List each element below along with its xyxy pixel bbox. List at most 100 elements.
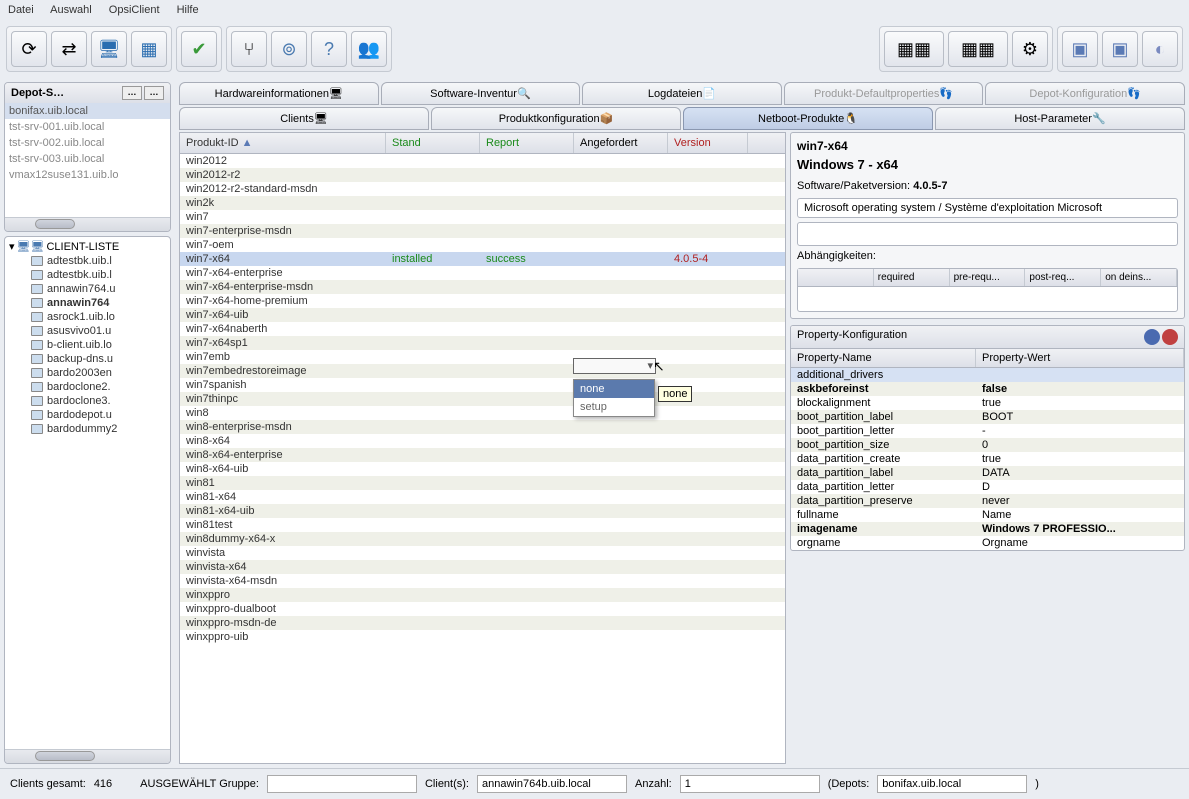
table-row[interactable]: win7embedrestoreimage xyxy=(180,364,785,378)
angefordert-combo[interactable] xyxy=(573,358,656,374)
help-icon[interactable]: ? xyxy=(311,31,347,67)
table-row[interactable]: win81-x64 xyxy=(180,490,785,504)
table-row[interactable]: win8-x64-enterprise xyxy=(180,448,785,462)
client-item[interactable]: bardoclone2. xyxy=(7,380,168,394)
table-row[interactable]: win2012 xyxy=(180,154,785,168)
col-angefordert[interactable]: Angefordert xyxy=(574,133,668,153)
clear-props-icon[interactable] xyxy=(1162,329,1178,345)
table-row[interactable]: win81test xyxy=(180,518,785,532)
prop-row[interactable]: fullnameName xyxy=(791,508,1184,522)
globe-icon[interactable]: ◐ xyxy=(1142,31,1178,67)
clients-input[interactable] xyxy=(477,775,627,793)
tab-depot-config[interactable]: Depot-Konfiguration👣 xyxy=(985,82,1185,105)
table-row[interactable]: win7-x64installedsuccess4.0.5-4 xyxy=(180,252,785,266)
option-none[interactable]: none xyxy=(574,380,654,398)
client-item[interactable]: adtestbk.uib.l xyxy=(7,268,168,282)
menu-opsiclient[interactable]: OpsiClient xyxy=(109,4,160,16)
table-row[interactable]: winxppro xyxy=(180,588,785,602)
client-item[interactable]: asrock1.uib.lo xyxy=(7,310,168,324)
client-item[interactable]: adtestbk.uib.l xyxy=(7,254,168,268)
table-row[interactable]: win7-x64sp1 xyxy=(180,336,785,350)
table-row[interactable]: win7-x64-enterprise xyxy=(180,266,785,280)
prop-row[interactable]: data_partition_createtrue xyxy=(791,452,1184,466)
table-row[interactable]: win7-x64-uib xyxy=(180,308,785,322)
client-item[interactable]: bardoclone3. xyxy=(7,394,168,408)
client-item[interactable]: backup-dns.u xyxy=(7,352,168,366)
table-row[interactable]: win7-x64-home-premium xyxy=(180,294,785,308)
client-item[interactable]: bardodepot.u xyxy=(7,408,168,422)
angefordert-dropdown[interactable]: none setup xyxy=(573,379,655,417)
tab-netboot[interactable]: Netboot-Produkte🐧 xyxy=(683,107,933,130)
tree-expand-icon[interactable]: ▾ xyxy=(9,240,15,253)
table-row[interactable]: win7-x64-enterprise-msdn xyxy=(180,280,785,294)
menu-hilfe[interactable]: Hilfe xyxy=(177,4,199,16)
table-row[interactable]: winxppro-dualboot xyxy=(180,602,785,616)
tab-software[interactable]: Software-Inventur🔍 xyxy=(381,82,581,105)
table-row[interactable]: win8-x64 xyxy=(180,434,785,448)
prop-row[interactable]: blockalignmenttrue xyxy=(791,396,1184,410)
table-row[interactable]: winvista-x64-msdn xyxy=(180,574,785,588)
tiles1-icon[interactable]: ▦▦ xyxy=(884,31,944,67)
depot-item[interactable]: tst-srv-001.uib.local xyxy=(5,119,170,135)
tab-hardware[interactable]: Hardwareinformationen🖥 xyxy=(179,82,379,105)
col-product-id[interactable]: Produkt-ID ▲ xyxy=(180,133,386,153)
add-client-icon[interactable]: 🖥 xyxy=(91,31,127,67)
table-row[interactable]: win7-enterprise-msdn xyxy=(180,224,785,238)
depot-item[interactable]: bonifax.uib.local xyxy=(5,103,170,119)
prop-row[interactable]: additional_drivers xyxy=(791,368,1184,382)
depots-input[interactable] xyxy=(877,775,1027,793)
col-version[interactable]: Version xyxy=(668,133,748,153)
table-row[interactable]: win2012-r2 xyxy=(180,168,785,182)
sync-icon[interactable]: ⇄ xyxy=(51,31,87,67)
table-row[interactable]: win8dummy-x64-x xyxy=(180,532,785,546)
depot-btn2[interactable]: … xyxy=(144,86,164,100)
col-prop-name[interactable]: Property-Name xyxy=(791,349,976,367)
table-row[interactable]: win8 xyxy=(180,406,785,420)
tab-hostparam[interactable]: Host-Parameter🔧 xyxy=(935,107,1185,130)
table-row[interactable]: win7emb xyxy=(180,350,785,364)
refresh-icon[interactable]: ⟳ xyxy=(11,31,47,67)
table-row[interactable]: winxppro-uib xyxy=(180,630,785,644)
client-tree[interactable]: ▾ 🖥🖥 CLIENT-LISTE adtestbk.uib.ladtestbk… xyxy=(5,237,170,749)
tiles2-icon[interactable]: ▦▦ xyxy=(948,31,1008,67)
prop-row[interactable]: data_partition_letterD xyxy=(791,480,1184,494)
tab-defaultprops[interactable]: Produkt-Defaultproperties👣 xyxy=(784,82,984,105)
prop-row[interactable]: askbeforeinstfalse xyxy=(791,382,1184,396)
client-item[interactable]: annawin764 xyxy=(7,296,168,310)
count-input[interactable] xyxy=(680,775,820,793)
prop-row[interactable]: boot_partition_letter- xyxy=(791,424,1184,438)
prop-row[interactable]: boot_partition_size0 xyxy=(791,438,1184,452)
table-row[interactable]: winvista xyxy=(180,546,785,560)
table-row[interactable]: win7thinpc xyxy=(180,392,785,406)
depot-item[interactable]: tst-srv-002.uib.local xyxy=(5,135,170,151)
filter-icon[interactable]: ⑂ xyxy=(231,31,267,67)
table-row[interactable]: win7-x64naberth xyxy=(180,322,785,336)
tab-logfiles[interactable]: Logdateien📄 xyxy=(582,82,782,105)
clients-icon[interactable]: ▦ xyxy=(131,31,167,67)
client-item[interactable]: bardo2003en xyxy=(7,366,168,380)
client-item[interactable]: asusvivo01.u xyxy=(7,324,168,338)
table-row[interactable]: win8-enterprise-msdn xyxy=(180,420,785,434)
depot-list[interactable]: bonifax.uib.localtst-srv-001.uib.localts… xyxy=(5,103,170,217)
menu-datei[interactable]: Datei xyxy=(8,4,34,16)
option-setup[interactable]: setup xyxy=(574,398,654,416)
col-prop-wert[interactable]: Property-Wert xyxy=(976,349,1184,367)
col-stand[interactable]: Stand xyxy=(386,133,480,153)
table-row[interactable]: win81-x64-uib xyxy=(180,504,785,518)
print2-icon[interactable]: ▣ xyxy=(1102,31,1138,67)
depot-item[interactable]: vmax12suse131.uib.lo xyxy=(5,167,170,183)
table-row[interactable]: win2k xyxy=(180,196,785,210)
tree-root[interactable]: ▾ 🖥🖥 CLIENT-LISTE xyxy=(7,239,168,254)
menu-auswahl[interactable]: Auswahl xyxy=(50,4,92,16)
table-row[interactable]: winvista-x64 xyxy=(180,560,785,574)
col-report[interactable]: Report xyxy=(480,133,574,153)
tab-clients[interactable]: Clients🖥 xyxy=(179,107,429,130)
group-input[interactable] xyxy=(267,775,417,793)
prop-row[interactable]: data_partition_labelDATA xyxy=(791,466,1184,480)
prop-row[interactable]: boot_partition_labelBOOT xyxy=(791,410,1184,424)
check-icon[interactable]: ✔ xyxy=(181,31,217,67)
client-item[interactable]: bardodummy2 xyxy=(7,422,168,436)
prop-row[interactable]: imagenameWindows 7 PROFESSIO... xyxy=(791,522,1184,536)
table-row[interactable]: win81 xyxy=(180,476,785,490)
print1-icon[interactable]: ▣ xyxy=(1062,31,1098,67)
